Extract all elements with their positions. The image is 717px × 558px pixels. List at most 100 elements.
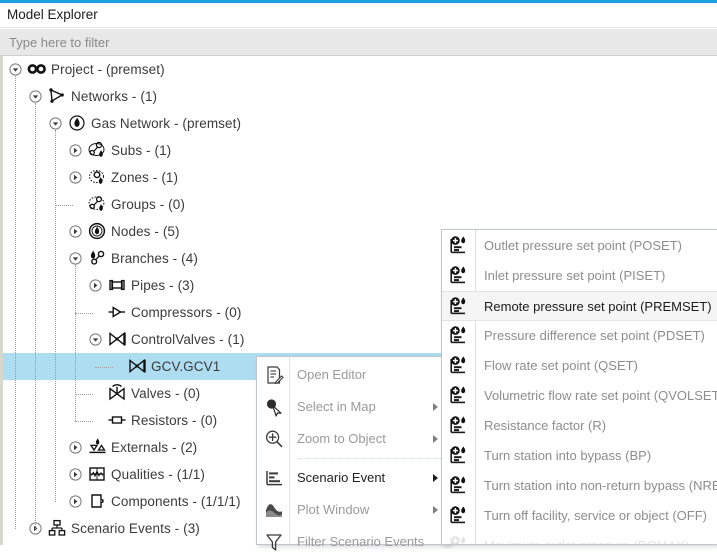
tree-item-label: Networks - (1) <box>71 89 158 104</box>
tree-guide-line <box>15 76 16 529</box>
tree-item-label: Project - (premset) <box>51 62 165 77</box>
submenu-item-label: Resistance factor (R) <box>484 418 607 433</box>
collapse-toggle-icon[interactable] <box>49 117 62 130</box>
menu-item-filter-scenario-events[interactable]: Filter Scenario Events <box>257 526 449 558</box>
setpoint-icon <box>448 265 470 287</box>
menu-item-open-editor[interactable]: Open Editor <box>257 359 449 391</box>
tree-item-label: Gas Network - (premset) <box>91 116 242 131</box>
pipe-icon <box>106 275 128 295</box>
resistor-icon <box>106 410 128 430</box>
tree-item-label: GCV.GCV1 <box>151 359 221 374</box>
panel-title-bar: Model Explorer <box>0 3 717 28</box>
expand-toggle-icon[interactable] <box>69 225 82 238</box>
submenu-item-volumetric-flow-rate-set-point-qvolset-[interactable]: Volumetric flow rate set point (QVOLSET) <box>442 381 717 411</box>
collapse-toggle-icon[interactable] <box>29 90 42 103</box>
tree-guide-stub <box>75 394 93 395</box>
submenu-chevron-icon <box>433 435 438 443</box>
tree-guide-stub <box>75 313 93 314</box>
menu-separator <box>298 458 443 459</box>
tree-item-groups[interactable]: Groups - (0) <box>3 191 717 218</box>
tree-item-label: Nodes - (5) <box>111 224 180 239</box>
submenu-item-turn-station-into-non-return-bypass-nrbp-[interactable]: Turn station into non-return bypass (NRB… <box>442 471 717 501</box>
tree-item-networks[interactable]: Networks - (1) <box>3 83 717 110</box>
menu-item-select-in-map[interactable]: Select in Map <box>257 391 449 423</box>
setpoint-icon <box>448 535 470 544</box>
subs-icon <box>86 140 108 160</box>
tree-item-label: Compressors - (0) <box>131 305 242 320</box>
scenario-tree-icon <box>46 518 68 538</box>
setpoint-icon <box>448 296 470 318</box>
menu-item-zoom-to-object[interactable]: Zoom to Object <box>257 423 449 455</box>
setpoint-icon <box>448 355 470 377</box>
tree-guide-stub <box>95 367 113 368</box>
filter-input[interactable] <box>0 29 717 55</box>
tree-item-label: Resistors - (0) <box>131 413 218 428</box>
controlvalve-icon <box>126 356 148 376</box>
tree-item-subs[interactable]: Subs - (1) <box>3 137 717 164</box>
tree-guide-line <box>75 265 76 421</box>
tree-item-label: Pipes - (3) <box>131 278 195 293</box>
expand-toggle-icon[interactable] <box>69 441 82 454</box>
node-flame-icon <box>86 221 108 241</box>
expand-toggle-icon[interactable] <box>69 468 82 481</box>
submenu-item-pressure-difference-set-point-pdset-[interactable]: Pressure difference set point (PDSET) <box>442 321 717 351</box>
submenu-item-turn-station-into-bypass-bp-[interactable]: Turn station into bypass (BP) <box>442 441 717 471</box>
menu-item-label: Plot Window <box>297 502 370 517</box>
editor-icon <box>264 365 284 385</box>
zones-icon <box>86 167 108 187</box>
compressor-icon <box>106 302 128 322</box>
submenu-item-resistance-factor-r-[interactable]: Resistance factor (R) <box>442 411 717 441</box>
branches-icon <box>86 248 108 268</box>
expand-toggle-icon[interactable] <box>69 495 82 508</box>
qualities-icon <box>86 464 108 484</box>
tree-item-project[interactable]: Project - (premset) <box>3 56 717 83</box>
filter-bar[interactable] <box>0 29 717 56</box>
menu-item-label: Zoom to Object <box>297 431 386 446</box>
menu-item-plot-window[interactable]: Plot Window <box>257 494 449 526</box>
setpoint-icon <box>448 385 470 407</box>
submenu-item-maximum-outlet-pressure-pomax-[interactable]: Maximum outlet pressure (POMAX) <box>442 531 717 544</box>
submenu-item-remote-pressure-set-point-premset-[interactable]: Remote pressure set point (PREMSET) <box>442 291 717 321</box>
tree-item-label: Qualities - (1/1) <box>111 467 205 482</box>
tree-item-gas[interactable]: Gas Network - (premset) <box>3 110 717 137</box>
setpoint-icon <box>448 475 470 497</box>
menu-item-label: Open Editor <box>297 367 367 382</box>
expand-toggle-icon[interactable] <box>69 171 82 184</box>
tree-item-label: Scenario Events - (3) <box>71 521 200 536</box>
tree-item-label: Zones - (1) <box>111 170 179 185</box>
submenu-item-label: Maximum outlet pressure (POMAX) <box>484 538 689 544</box>
controlvalve-icon <box>106 329 128 349</box>
submenu-item-label: Turn station into bypass (BP) <box>484 448 652 463</box>
context-menu[interactable]: Open Editor Select in Map Zoom to Object Sc… <box>256 356 450 551</box>
submenu-item-turn-off-facility-service-or-object-off-[interactable]: Turn off facility, service or object (OF… <box>442 501 717 531</box>
expand-toggle-icon[interactable] <box>69 144 82 157</box>
infinity-icon <box>26 59 48 79</box>
components-icon <box>86 491 108 511</box>
submenu-item-flow-rate-set-point-qset-[interactable]: Flow rate set point (QSET) <box>442 351 717 381</box>
flame-circle-icon <box>66 113 88 133</box>
submenu-item-label: Pressure difference set point (PDSET) <box>484 328 705 343</box>
externals-icon <box>86 437 108 457</box>
submenu-chevron-icon <box>433 474 438 482</box>
expand-toggle-icon[interactable] <box>89 279 102 292</box>
menu-item-label: Scenario Event <box>297 470 386 485</box>
groups-icon <box>86 194 108 214</box>
submenu-item-label: Outlet pressure set point (POSET) <box>484 238 682 253</box>
tree-item-label: Branches - (4) <box>111 251 198 266</box>
setpoint-icon <box>448 415 470 437</box>
collapse-toggle-icon[interactable] <box>9 63 22 76</box>
scenario-event-submenu[interactable]: Outlet pressure set point (POSET) Inlet p… <box>441 229 717 545</box>
tree-guide-line <box>35 103 36 529</box>
tree-item-label: Groups - (0) <box>111 197 185 212</box>
scenario-icon <box>264 468 284 488</box>
collapse-toggle-icon[interactable] <box>69 252 82 265</box>
collapse-toggle-icon[interactable] <box>89 333 102 346</box>
submenu-item-label: Inlet pressure set point (PISET) <box>484 268 666 283</box>
submenu-item-label: Turn station into non-return bypass (NRB… <box>484 478 717 493</box>
submenu-item-inlet-pressure-set-point-piset-[interactable]: Inlet pressure set point (PISET) <box>442 261 717 291</box>
tree-item-label: Valves - (0) <box>131 386 201 401</box>
submenu-item-outlet-pressure-set-point-poset-[interactable]: Outlet pressure set point (POSET) <box>442 231 717 261</box>
menu-item-scenario-event[interactable]: Scenario Event <box>257 462 449 494</box>
submenu-item-label: Remote pressure set point (PREMSET) <box>484 299 712 314</box>
tree-item-zones[interactable]: Zones - (1) <box>3 164 717 191</box>
